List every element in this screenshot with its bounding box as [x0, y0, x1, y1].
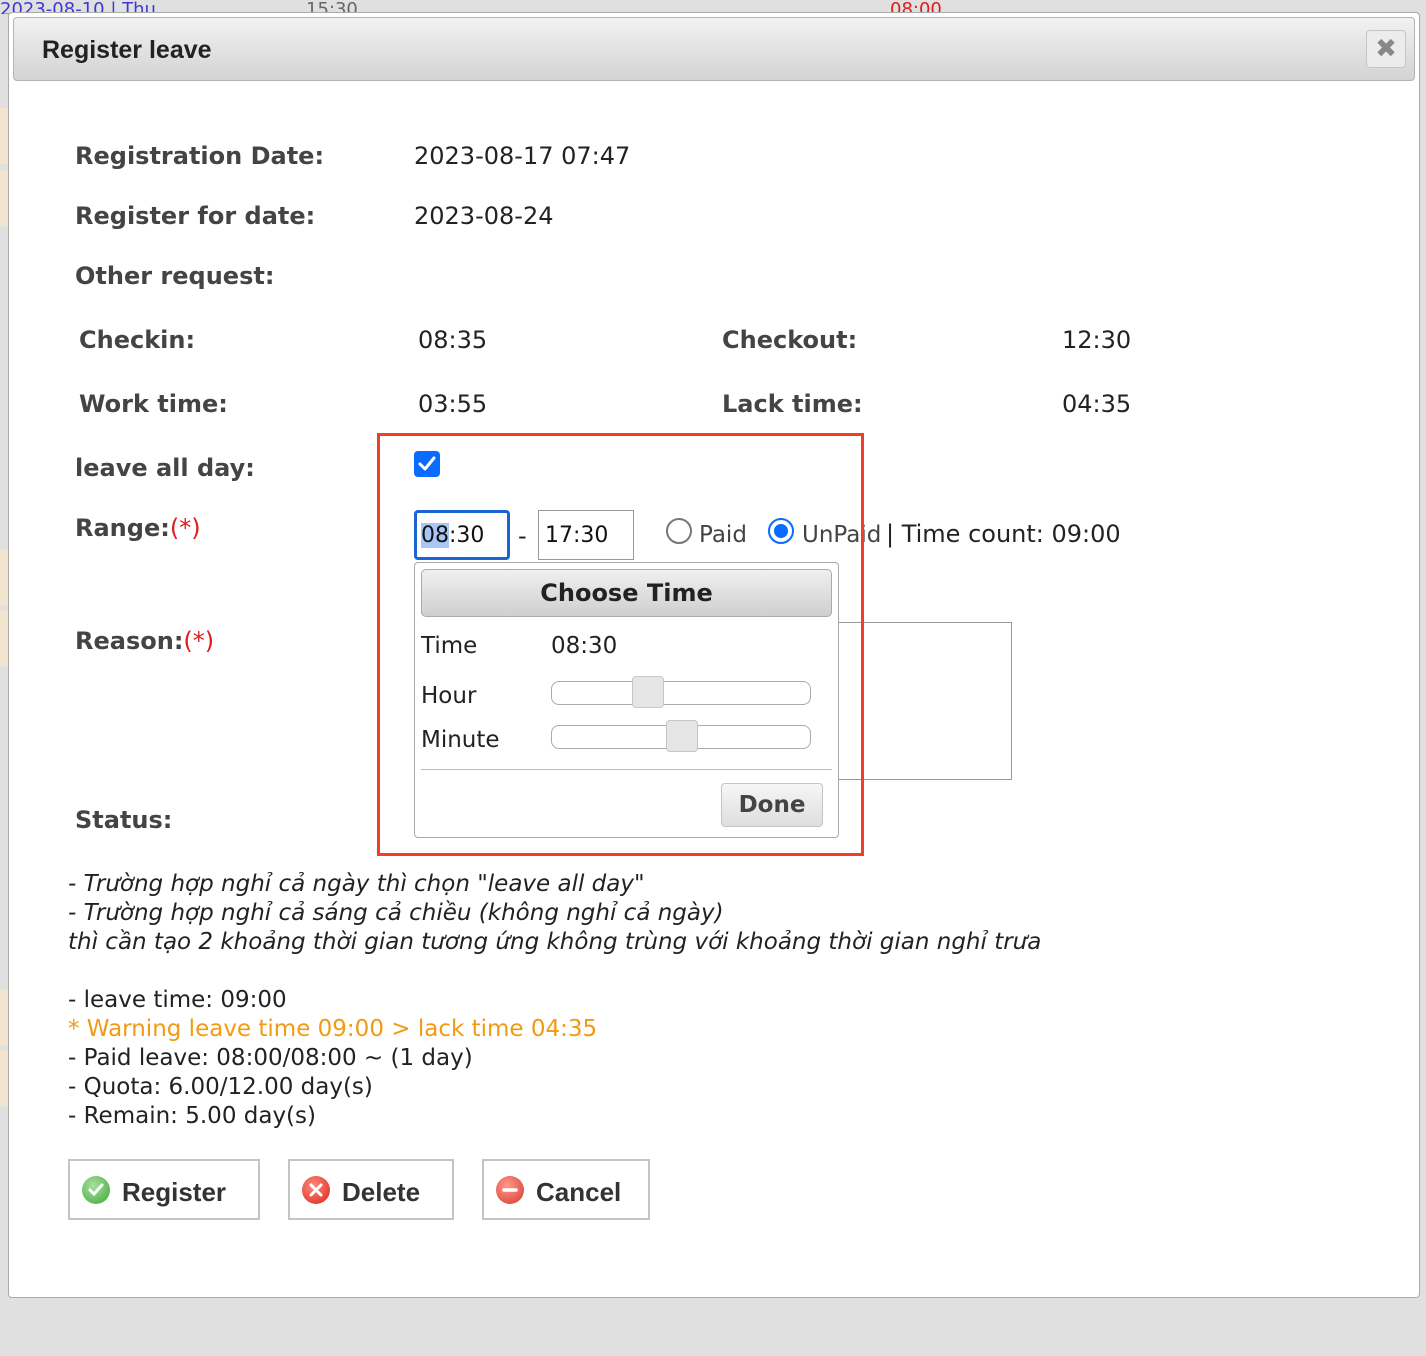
checkout-value: 12:30	[1062, 326, 1132, 354]
warning-text: * Warning leave time 09:00 > lack time 0…	[68, 1016, 598, 1042]
leave-all-day-label: leave all day:	[75, 454, 255, 482]
registration-date-value: 2023-08-17 07:47	[414, 142, 631, 170]
reason-label-text: Reason:	[75, 627, 184, 655]
register-for-date-label: Register for date:	[75, 202, 316, 230]
range-label-text: Range:	[75, 514, 170, 542]
instruction-note-2: - Trường hợp nghỉ cả sáng cả chiều (khôn…	[68, 900, 724, 926]
registration-date-label: Registration Date:	[75, 142, 325, 170]
cancel-button-label: Cancel	[536, 1177, 622, 1207]
quota-text: - Quota: 6.00/12.00 day(s)	[68, 1074, 373, 1100]
remain-text: - Remain: 5.00 day(s)	[68, 1103, 316, 1129]
checkin-value: 08:35	[418, 326, 488, 354]
lack-time-value: 04:35	[1062, 390, 1132, 418]
check-circle-icon	[82, 1176, 110, 1204]
register-button-label: Register	[122, 1177, 227, 1207]
dialog-titlebar[interactable]: Register leave ✖	[13, 17, 1415, 81]
delete-button-label: Delete	[342, 1177, 421, 1207]
leave-time-text: - leave time: 09:00	[68, 987, 287, 1013]
dialog-title: Register leave	[42, 36, 212, 64]
register-button[interactable]: Register	[68, 1159, 260, 1220]
x-circle-icon	[302, 1176, 330, 1204]
delete-button[interactable]: Delete	[288, 1159, 454, 1220]
work-time-label: Work time:	[79, 390, 228, 418]
checkout-label: Checkout:	[722, 326, 858, 354]
reason-required-mark: (*)	[183, 627, 215, 655]
paid-leave-text: - Paid leave: 08:00/08:00 ~ (1 day)	[68, 1045, 473, 1071]
range-label: Range:(*)	[75, 514, 201, 542]
minus-circle-icon	[496, 1176, 524, 1204]
checkin-label: Checkin:	[79, 326, 196, 354]
range-required-mark: (*)	[169, 514, 201, 542]
work-time-value: 03:55	[418, 390, 488, 418]
highlight-annotation-box	[377, 433, 864, 856]
cancel-button[interactable]: Cancel	[482, 1159, 650, 1220]
time-count: | Time count: 09:00	[886, 520, 1121, 548]
other-request-label: Other request:	[75, 262, 275, 290]
close-button[interactable]: ✖	[1366, 30, 1406, 68]
reason-label: Reason:(*)	[75, 627, 214, 655]
lack-time-label: Lack time:	[722, 390, 863, 418]
status-label: Status:	[75, 806, 173, 834]
instruction-note-3: thì cần tạo 2 khoảng thời gian tương ứng…	[68, 929, 1042, 955]
close-x-icon: ✖	[1375, 34, 1397, 64]
register-for-date-value: 2023-08-24	[414, 202, 554, 230]
instruction-note-1: - Trường hợp nghỉ cả ngày thì chọn "leav…	[68, 871, 645, 897]
